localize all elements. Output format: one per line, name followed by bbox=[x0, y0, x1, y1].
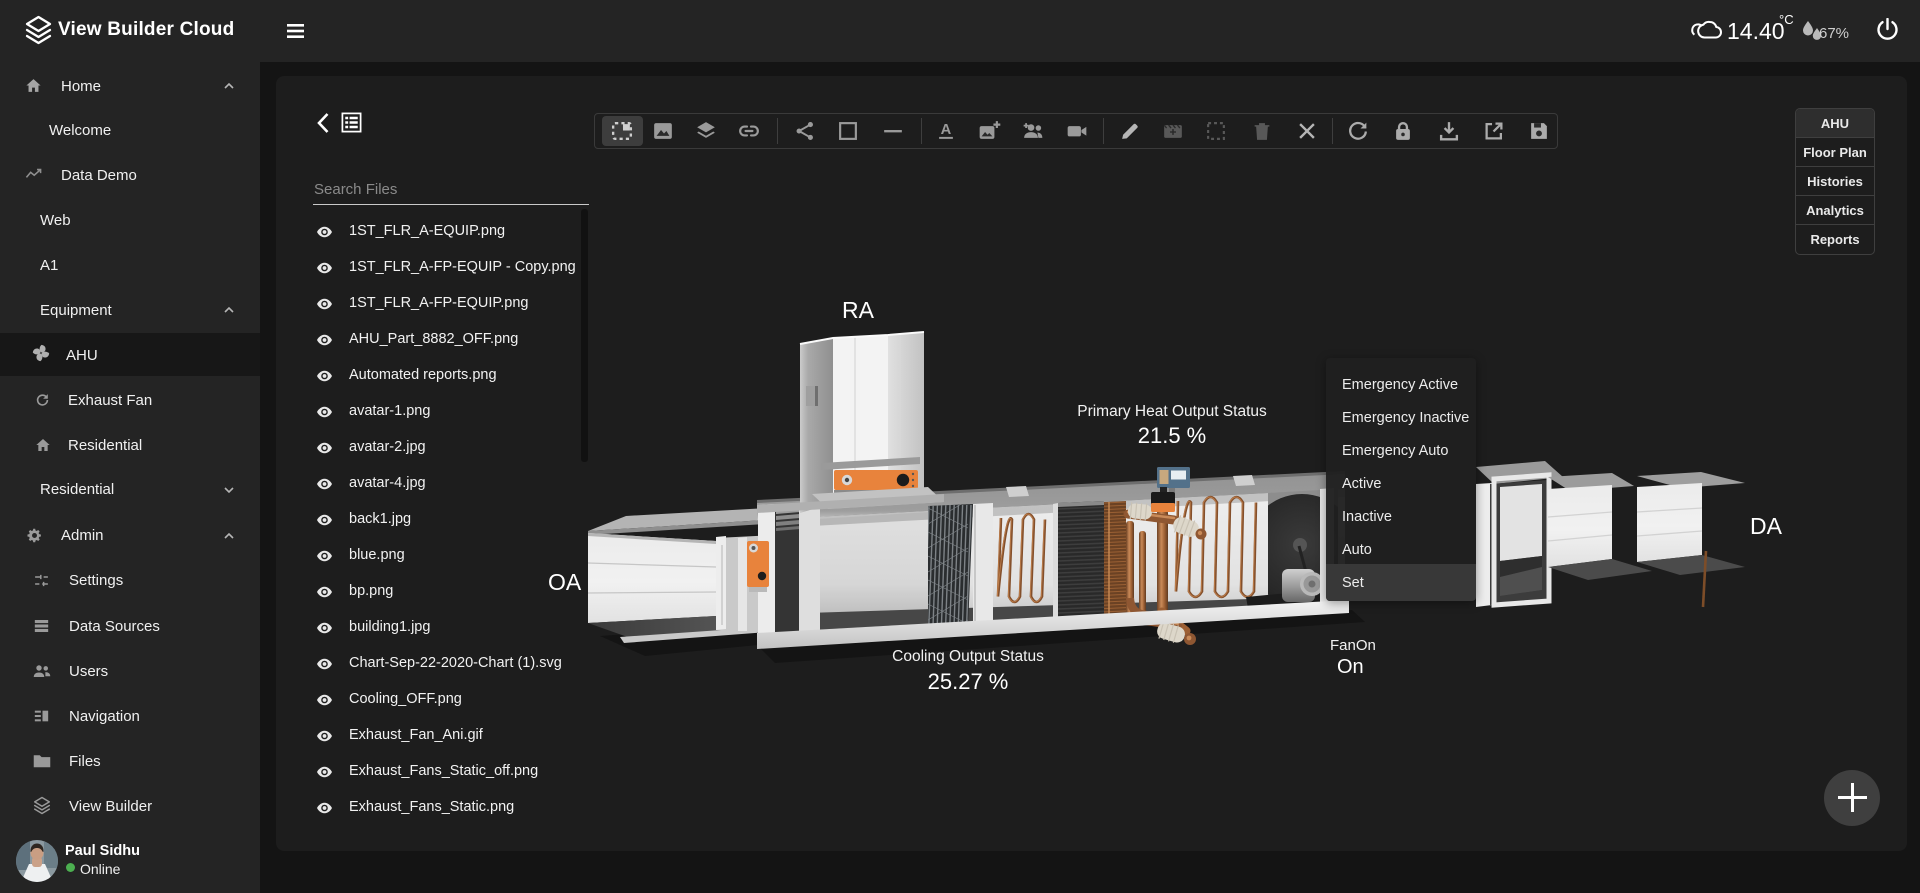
svg-text:A: A bbox=[941, 122, 952, 138]
